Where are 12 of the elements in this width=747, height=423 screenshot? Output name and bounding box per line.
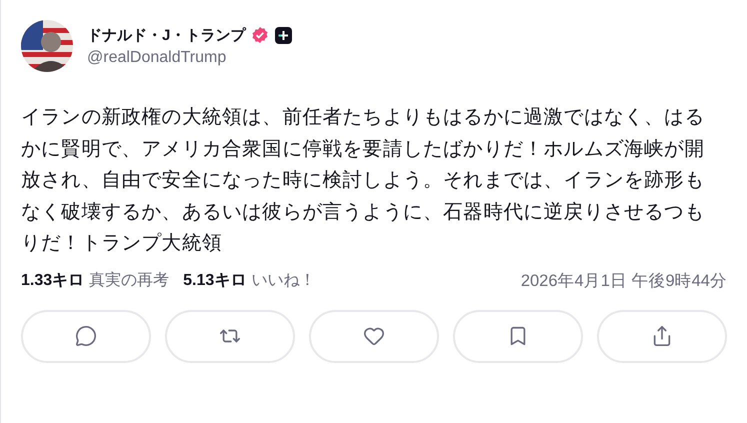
heart-icon <box>363 325 385 347</box>
user-handle: @realDonaldTrump <box>87 48 228 66</box>
stat-count: 1.33キロ <box>21 271 84 291</box>
post-timestamp: 2026年4月1日 午後9時44分 <box>520 270 727 292</box>
post-text: イランの新政権の大統領は、前任者たちよりもはるかに過激ではなく、はるかに賢明で、アメリカ合衆国に停戦を要請したばかりだ！ホルムズ海峡が開放され、自由で安全になった時に検討しよう。それまでは、イランを跡形もなく破壊するか、あるいは彼らが言うように、石器時代に逆戻りさせるつもりだ！トランプ大統領 <box>21 105 706 256</box>
display-name: ドナルド・J・トランプ <box>87 26 246 44</box>
speech-bubble-icon <box>75 325 97 347</box>
stat-label: 真実の再考 <box>89 270 170 291</box>
stat-count: 5.13キロ <box>183 271 246 291</box>
plus-icon[interactable] <box>275 26 292 44</box>
share-icon <box>651 325 673 347</box>
stat-label: いいね！ <box>251 271 316 291</box>
